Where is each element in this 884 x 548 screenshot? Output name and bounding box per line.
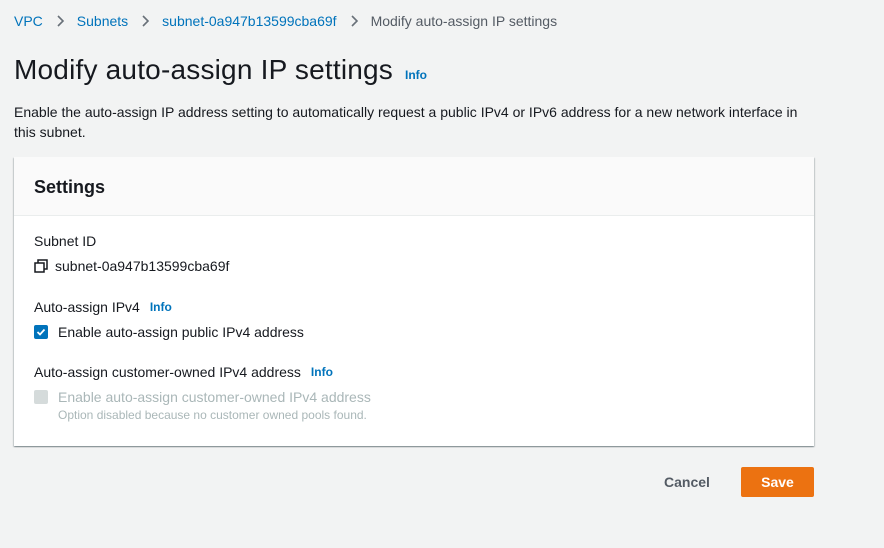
settings-panel: Settings Subnet ID subnet-0a947b13599cba… <box>14 157 814 446</box>
auto-assign-ipv4-label: Auto-assign IPv4 Info <box>34 299 172 315</box>
subnet-id-label: Subnet ID <box>34 233 96 249</box>
auto-assign-ipv4-info-link[interactable]: Info <box>150 300 172 314</box>
page-description: Enable the auto-assign IP address settin… <box>14 104 798 140</box>
auto-assign-customer-owned-checkbox <box>34 390 48 404</box>
breadcrumb-subnets-link[interactable]: Subnets <box>77 13 128 29</box>
subnet-id-text: subnet-0a947b13599cba69f <box>55 258 230 274</box>
cancel-button[interactable]: Cancel <box>652 467 722 497</box>
page-title: Modify auto-assign IP settings <box>14 54 394 85</box>
chevron-right-icon <box>140 15 150 27</box>
save-button[interactable]: Save <box>741 467 814 497</box>
auto-assign-customer-owned-option: Enable auto-assign customer-owned IPv4 a… <box>34 389 371 405</box>
auto-assign-customer-owned-checkbox-label: Enable auto-assign customer-owned IPv4 a… <box>58 389 371 405</box>
subnet-id-value: subnet-0a947b13599cba69f <box>34 258 229 274</box>
auto-assign-ipv4-option[interactable]: Enable auto-assign public IPv4 address <box>34 324 304 340</box>
auto-assign-customer-owned-hint: Option disabled because no customer owne… <box>58 408 367 422</box>
auto-assign-ipv4-checkbox-label[interactable]: Enable auto-assign public IPv4 address <box>58 324 304 340</box>
settings-panel-header: Settings <box>14 157 814 216</box>
copy-icon[interactable] <box>34 259 48 273</box>
chevron-right-icon <box>349 15 359 27</box>
auto-assign-ipv4-label-text: Auto-assign IPv4 <box>34 299 140 315</box>
settings-panel-title: Settings <box>34 177 106 197</box>
auto-assign-customer-owned-label-text: Auto-assign customer-owned IPv4 address <box>34 364 301 380</box>
breadcrumb-current-page: Modify auto-assign IP settings <box>370 13 558 29</box>
subnet-id-label-text: Subnet ID <box>34 233 97 249</box>
breadcrumb-vpc-link[interactable]: VPC <box>14 13 43 29</box>
auto-assign-customer-owned-info-link[interactable]: Info <box>311 365 333 379</box>
page-info-link[interactable]: Info <box>405 68 427 82</box>
chevron-right-icon <box>55 15 65 27</box>
breadcrumb-subnet-id-link[interactable]: subnet-0a947b13599cba69f <box>162 13 336 29</box>
auto-assign-ipv4-checkbox[interactable] <box>34 325 48 339</box>
auto-assign-customer-owned-label: Auto-assign customer-owned IPv4 address … <box>34 364 333 380</box>
page-header: Modify auto-assign IP settings Info <box>14 54 427 86</box>
breadcrumb: VPC Subnets subnet-0a947b13599cba69f Mod… <box>14 13 557 29</box>
